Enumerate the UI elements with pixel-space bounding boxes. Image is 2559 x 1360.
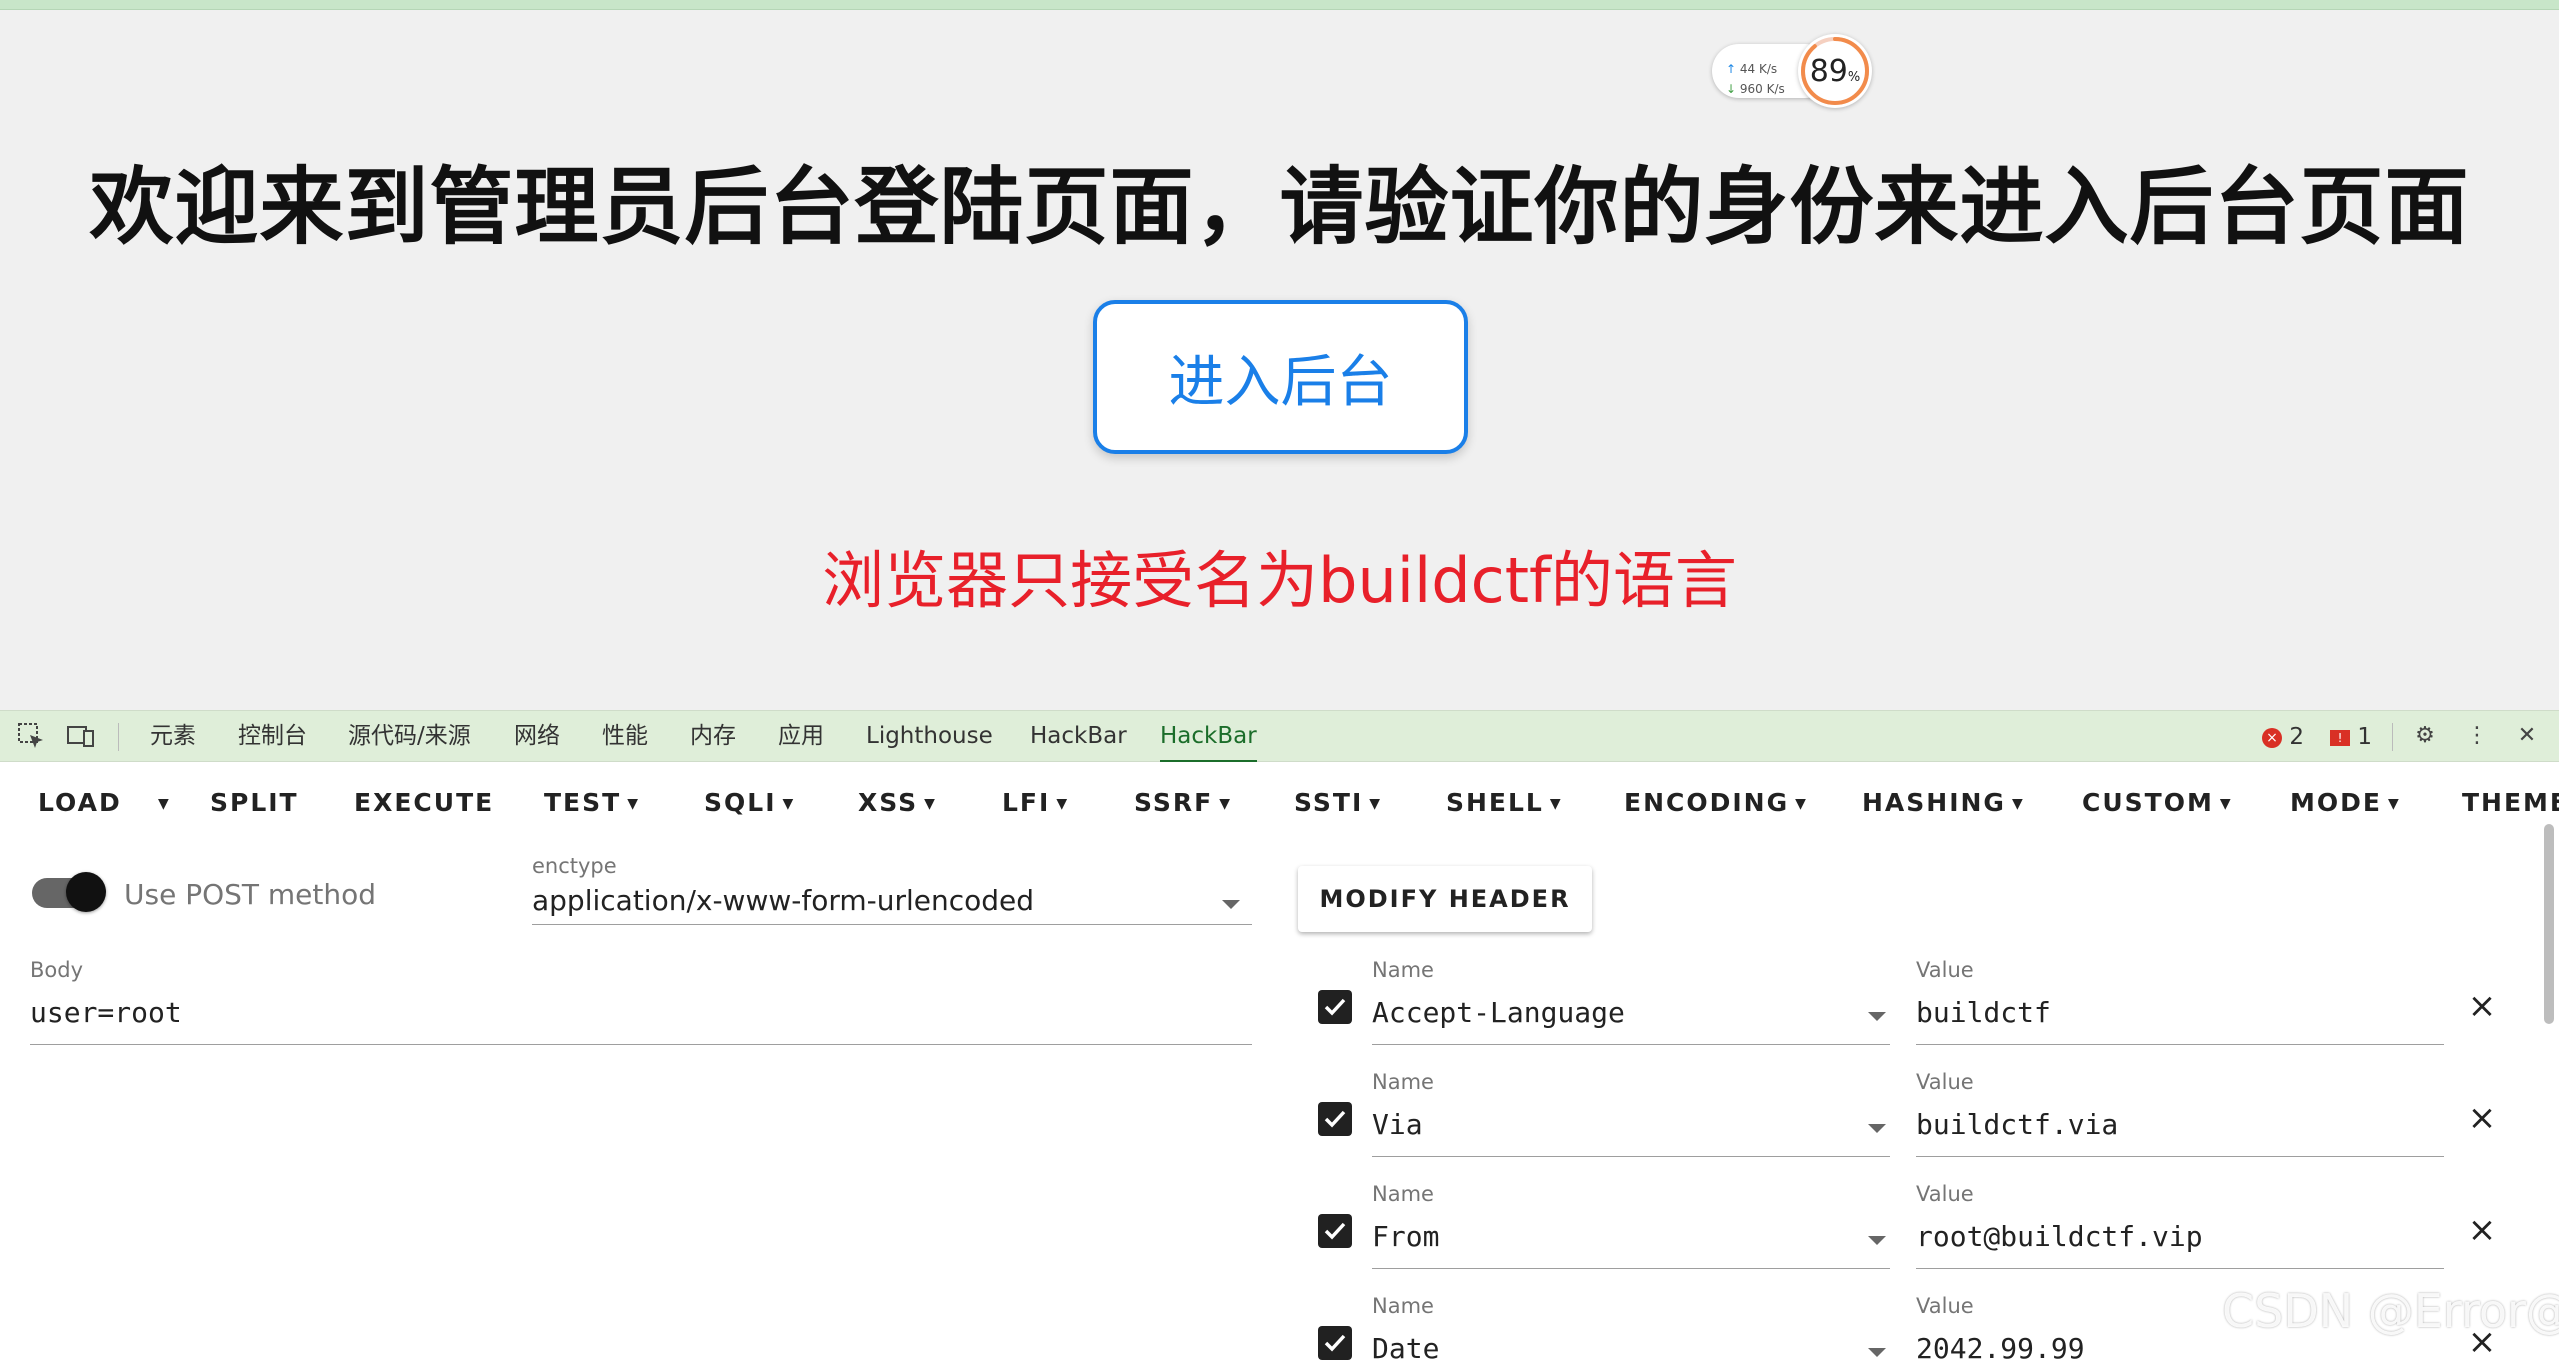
sqli-menu[interactable]: SQLI ▼ <box>704 788 793 817</box>
header-name-input[interactable]: Date <box>1372 1332 1439 1360</box>
header-name-dropdown-icon[interactable] <box>1868 1348 1886 1357</box>
header-value-input[interactable]: buildctf <box>1916 996 2051 1029</box>
header-name-dropdown-icon[interactable] <box>1868 1124 1886 1133</box>
header-value-input[interactable]: buildctf.via <box>1916 1108 2118 1141</box>
header-enable-checkbox[interactable] <box>1318 1102 1352 1136</box>
issue-flag-icon: ! <box>2330 729 2350 746</box>
post-method-toggle-knob[interactable] <box>66 872 106 912</box>
devtools-tab-bar: 元素 控制台 源代码/来源 网络 性能 内存 应用 Lighthouse Hac… <box>0 710 2559 763</box>
more-options-icon[interactable]: ⋮ <box>2462 721 2492 751</box>
header-name-input[interactable]: Via <box>1372 1108 1423 1141</box>
custom-menu[interactable]: CUSTOM ▼ <box>2082 788 2231 817</box>
mode-menu[interactable]: MODE ▼ <box>2290 788 2399 817</box>
upload-arrow-icon: ↑ <box>1726 62 1737 76</box>
body-label: Body <box>30 958 84 982</box>
language-hint: 浏览器只接受名为buildctf的语言 <box>822 544 1737 617</box>
tab-memory[interactable]: 内存 <box>690 711 736 763</box>
tab-sources[interactable]: 源代码/来源 <box>348 711 471 763</box>
upload-speed: 44 K/s <box>1739 62 1778 76</box>
remove-header-icon[interactable]: × <box>2466 1213 2498 1247</box>
csdn-watermark: CSDN @Error@ <box>2222 1284 2559 1338</box>
enctype-select[interactable]: application/x-www-form-urlencoded <box>532 884 1034 917</box>
tab-elements[interactable]: 元素 <box>150 711 196 763</box>
chevron-down-icon: ▼ <box>1549 796 1561 812</box>
chevron-down-icon: ▼ <box>1369 796 1381 812</box>
hashing-menu[interactable]: HASHING ▼ <box>1862 788 2023 817</box>
header-enable-checkbox[interactable] <box>1318 990 1352 1024</box>
tab-performance[interactable]: 性能 <box>602 711 648 763</box>
tab-hackbar[interactable]: HackBar <box>1030 711 1127 763</box>
encoding-menu[interactable]: ENCODING ▼ <box>1624 788 1806 817</box>
shell-menu[interactable]: SHELL ▼ <box>1446 788 1561 817</box>
enter-admin-button[interactable]: 进入后台 <box>1093 300 1468 454</box>
remove-header-icon[interactable]: × <box>2466 989 2498 1023</box>
header-value-input[interactable]: 2042.99.99 <box>1916 1332 2085 1360</box>
split-button[interactable]: SPLIT <box>210 788 299 817</box>
modify-header-button[interactable]: MODIFY HEADER <box>1298 866 1592 932</box>
header-name-input[interactable]: Accept-Language <box>1372 996 1625 1029</box>
body-input[interactable]: user=root <box>30 996 182 1029</box>
chevron-down-icon: ▼ <box>782 796 794 812</box>
header-name-dropdown-icon[interactable] <box>1868 1012 1886 1021</box>
execute-button[interactable]: EXECUTE <box>354 788 494 817</box>
web-page: ↑ 44 K/s ↓ 960 K/s 89% 欢迎来到管理员后台登陆页面，请验证… <box>0 10 2559 710</box>
chevron-down-icon: ▼ <box>2219 796 2231 812</box>
chevron-down-icon: ▼ <box>1219 796 1230 812</box>
tab-hackbar-active[interactable]: HackBar <box>1160 711 1257 763</box>
enctype-label: enctype <box>532 854 617 878</box>
inspect-element-icon[interactable] <box>16 721 46 751</box>
chevron-down-icon: ▼ <box>2011 796 2023 812</box>
tab-console[interactable]: 控制台 <box>238 711 307 763</box>
network-speed-widget[interactable]: ↑ 44 K/s ↓ 960 K/s 89% <box>1712 34 1872 108</box>
warning-counter[interactable]: ! 1 <box>2330 711 2372 763</box>
tab-network[interactable]: 网络 <box>514 711 560 763</box>
close-devtools-icon[interactable]: ✕ <box>2512 721 2542 751</box>
error-counter[interactable]: × 2 <box>2262 711 2304 763</box>
header-enable-checkbox[interactable] <box>1318 1326 1352 1360</box>
page-headline: 欢迎来到管理员后台登陆页面，请验证你的身份来进入后台页面 <box>89 158 2470 256</box>
chevron-down-icon: ▼ <box>1795 796 1806 812</box>
header-enable-checkbox[interactable] <box>1318 1214 1352 1248</box>
enctype-dropdown-icon[interactable] <box>1222 900 1240 909</box>
usage-percent: 89 <box>1809 54 1848 89</box>
settings-gear-icon[interactable]: ⚙ <box>2410 721 2440 751</box>
tab-application[interactable]: 应用 <box>778 711 824 763</box>
chevron-down-icon: ▼ <box>1056 796 1068 812</box>
header-name-input[interactable]: From <box>1372 1220 1439 1253</box>
lfi-menu[interactable]: LFI ▼ <box>1002 788 1067 817</box>
load-dropdown-icon[interactable]: ▼ <box>152 788 169 817</box>
theme-menu[interactable]: THEME <box>2462 788 2559 817</box>
browser-top-strip <box>0 0 2559 10</box>
chevron-down-icon: ▼ <box>924 796 935 812</box>
test-menu[interactable]: TEST ▼ <box>544 788 638 817</box>
chevron-down-icon: ▼ <box>627 796 638 812</box>
ssti-menu[interactable]: SSTI ▼ <box>1294 788 1380 817</box>
error-icon: × <box>2262 727 2282 748</box>
hackbar-panel: LOAD ▼ SPLIT EXECUTE TEST ▼ SQLI ▼ XSS ▼ LF… <box>0 762 2559 1360</box>
post-method-label: Use POST method <box>124 878 377 911</box>
download-arrow-icon: ↓ <box>1726 82 1737 96</box>
header-value-input[interactable]: root@buildctf.vip <box>1916 1220 2203 1253</box>
load-button[interactable]: LOAD <box>38 788 122 817</box>
header-name-dropdown-icon[interactable] <box>1868 1236 1886 1245</box>
download-speed: 960 K/s <box>1739 82 1785 96</box>
xss-menu[interactable]: XSS ▼ <box>858 788 935 817</box>
ssrf-menu[interactable]: SSRF ▼ <box>1134 788 1230 817</box>
memory-usage-gauge: 89% <box>1798 34 1872 108</box>
remove-header-icon[interactable]: × <box>2466 1101 2498 1135</box>
panel-scrollbar[interactable] <box>2544 824 2554 1024</box>
hackbar-toolbar: LOAD ▼ SPLIT EXECUTE TEST ▼ SQLI ▼ XSS ▼ LF… <box>0 762 2559 848</box>
device-toolbar-icon[interactable] <box>66 721 96 751</box>
tab-lighthouse[interactable]: Lighthouse <box>866 711 993 763</box>
chevron-down-icon: ▼ <box>2387 796 2399 812</box>
